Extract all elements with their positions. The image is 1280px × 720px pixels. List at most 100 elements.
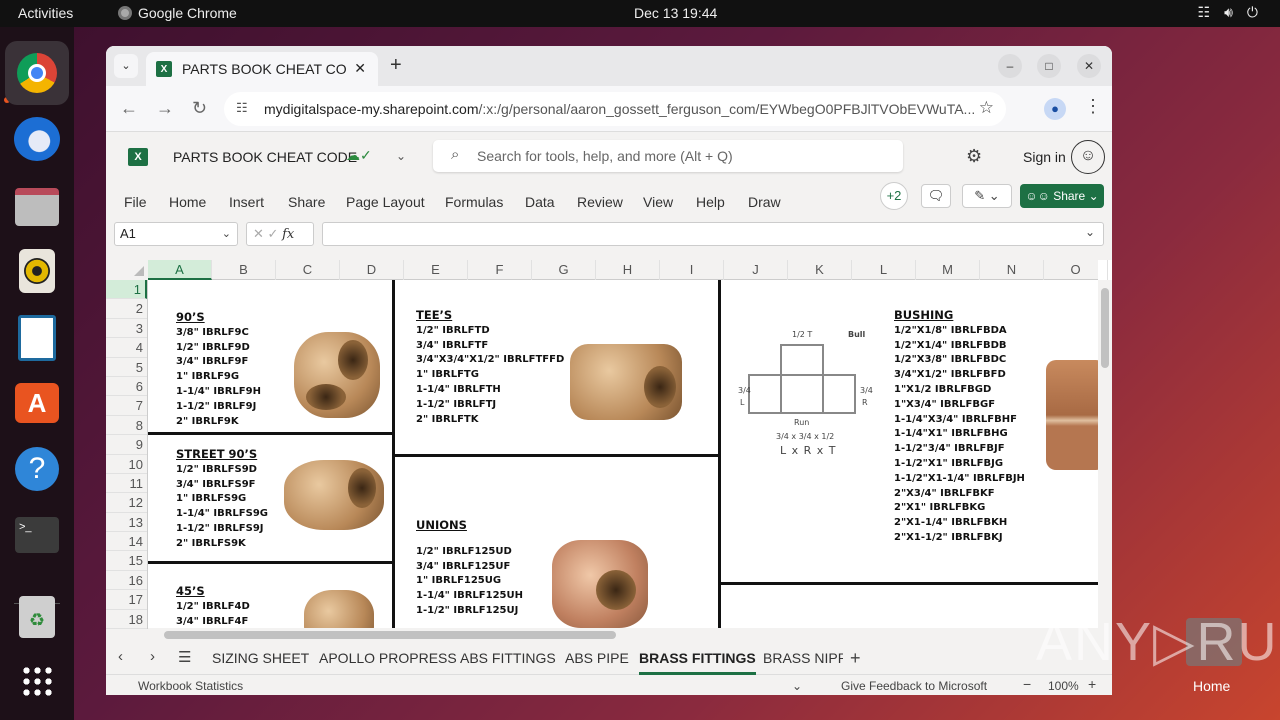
- column-header-c[interactable]: C: [276, 260, 340, 280]
- maximize-button[interactable]: □: [1037, 54, 1061, 78]
- tab-home[interactable]: Home: [169, 194, 206, 210]
- show-apps-button[interactable]: [13, 657, 61, 705]
- add-sheet-button[interactable]: +: [850, 648, 861, 669]
- tab-file[interactable]: File: [124, 194, 147, 210]
- browser-tab[interactable]: X PARTS BOOK CHEAT CO ✕: [146, 52, 378, 86]
- column-header-f[interactable]: F: [468, 260, 532, 280]
- cancel-icon[interactable]: ✕: [253, 226, 264, 241]
- insert-function-icon[interactable]: fx: [282, 227, 294, 242]
- column-header-b[interactable]: B: [212, 260, 276, 280]
- minimize-button[interactable]: –: [998, 54, 1022, 78]
- close-tab-icon[interactable]: ✕: [354, 60, 366, 77]
- excel-logo[interactable]: X: [128, 148, 148, 166]
- scroll-thumb[interactable]: [1101, 288, 1109, 368]
- row-header-4[interactable]: 4: [106, 338, 147, 358]
- name-box[interactable]: A1 ⌄: [114, 222, 238, 246]
- back-button[interactable]: ←: [120, 98, 138, 119]
- row-header-11[interactable]: 11: [106, 474, 147, 494]
- dock-chrome[interactable]: [5, 41, 69, 105]
- feedback-link[interactable]: Give Feedback to Microsoft: [841, 679, 987, 693]
- row-header-3[interactable]: 3: [106, 319, 147, 339]
- column-header-i[interactable]: I: [660, 260, 724, 280]
- tab-data[interactable]: Data: [525, 194, 555, 210]
- sheet-tab-active[interactable]: BRASS FITTINGS: [639, 650, 756, 675]
- clock[interactable]: Dec 13 19:44: [634, 5, 717, 21]
- all-sheets-menu-icon[interactable]: ☰: [178, 648, 191, 666]
- settings-gear-icon[interactable]: ⚙: [966, 146, 982, 167]
- dock-help[interactable]: ?: [13, 445, 61, 493]
- sheet-tab[interactable]: BRASS NIPPL: [763, 650, 843, 666]
- select-all-button[interactable]: [106, 260, 148, 280]
- row-header-6[interactable]: 6: [106, 377, 147, 397]
- column-header-j[interactable]: J: [724, 260, 788, 280]
- next-sheet-button[interactable]: ›: [150, 648, 155, 665]
- dock-thunderbird[interactable]: [13, 115, 61, 163]
- row-header-18[interactable]: 18: [106, 610, 147, 630]
- forward-button[interactable]: →: [156, 98, 174, 119]
- horizontal-scrollbar[interactable]: [148, 628, 1098, 642]
- dock-trash[interactable]: ♻: [13, 593, 61, 641]
- expand-formula-icon[interactable]: ⌄: [1085, 225, 1095, 239]
- formula-input[interactable]: ⌄: [322, 222, 1104, 246]
- tab-formulas[interactable]: Formulas: [445, 194, 503, 210]
- tab-insert[interactable]: Insert: [229, 194, 264, 210]
- zoom-out-button[interactable]: −: [1023, 676, 1031, 692]
- column-header-g[interactable]: G: [532, 260, 596, 280]
- enter-icon[interactable]: ✓: [268, 226, 279, 241]
- row-header-1[interactable]: 1: [106, 280, 147, 300]
- dock-software[interactable]: A: [13, 379, 61, 427]
- row-header-14[interactable]: 14: [106, 532, 147, 552]
- dock-terminal[interactable]: >_: [13, 511, 61, 559]
- column-header-l[interactable]: L: [852, 260, 916, 280]
- reload-button[interactable]: ↻: [192, 98, 207, 119]
- row-header-15[interactable]: 15: [106, 551, 147, 571]
- document-title[interactable]: PARTS BOOK CHEAT CODE: [173, 149, 357, 165]
- row-header-17[interactable]: 17: [106, 590, 147, 610]
- sheet-tab[interactable]: ABS FITTINGS: [460, 650, 556, 666]
- comments-button[interactable]: 🗨︎: [921, 184, 951, 208]
- row-header-8[interactable]: 8: [106, 416, 147, 436]
- sheet-tab[interactable]: SIZING SHEET: [212, 650, 309, 666]
- column-header-n[interactable]: N: [980, 260, 1044, 280]
- column-header-m[interactable]: M: [916, 260, 980, 280]
- activities-button[interactable]: Activities: [18, 5, 73, 21]
- row-header-5[interactable]: 5: [106, 358, 147, 377]
- title-dropdown-icon[interactable]: ⌄: [396, 149, 406, 163]
- sheet-tab[interactable]: ABS PIPE: [565, 650, 629, 666]
- dock-writer[interactable]: [13, 314, 61, 362]
- row-header-7[interactable]: 7: [106, 396, 147, 416]
- dock-files[interactable]: [13, 183, 61, 231]
- column-header-d[interactable]: D: [340, 260, 404, 280]
- zoom-in-button[interactable]: +: [1088, 676, 1096, 692]
- sheet-canvas[interactable]: 90’S 3/8" IBRLF9C 1/2" IBRLF9D 3/4" IBRLF9…: [148, 280, 1098, 628]
- scroll-thumb[interactable]: [164, 631, 616, 639]
- tab-draw[interactable]: Draw: [748, 194, 781, 210]
- tab-page-layout[interactable]: Page Layout: [346, 194, 425, 210]
- site-info-icon[interactable]: ☷: [236, 100, 248, 116]
- new-tab-button[interactable]: +: [390, 54, 402, 77]
- chrome-menu-button[interactable]: ⋮: [1084, 96, 1102, 117]
- editing-mode-button[interactable]: ✎ ⌄: [962, 184, 1012, 208]
- collaborators-badge[interactable]: +2: [880, 182, 908, 210]
- app-menu[interactable]: Google Chrome: [118, 5, 237, 21]
- tab-view[interactable]: View: [643, 194, 673, 210]
- share-button[interactable]: ☺☺ Share ⌄: [1020, 184, 1104, 208]
- vertical-scrollbar[interactable]: [1098, 280, 1112, 628]
- sheet-tab[interactable]: APOLLO PROPRESS: [319, 650, 457, 666]
- account-avatar-icon[interactable]: ☺: [1071, 140, 1105, 174]
- row-header-9[interactable]: 9: [106, 435, 147, 455]
- prev-sheet-button[interactable]: ‹: [118, 648, 123, 665]
- row-header-2[interactable]: 2: [106, 299, 147, 319]
- tab-share[interactable]: Share: [288, 194, 325, 210]
- row-header-10[interactable]: 10: [106, 455, 147, 474]
- row-header-16[interactable]: 16: [106, 571, 147, 591]
- tab-help[interactable]: Help: [696, 194, 725, 210]
- column-header-h[interactable]: H: [596, 260, 660, 280]
- close-window-button[interactable]: ✕: [1077, 54, 1101, 78]
- column-header-e[interactable]: E: [404, 260, 468, 280]
- sign-in-link[interactable]: Sign in: [1023, 149, 1066, 165]
- profile-avatar[interactable]: ●: [1044, 98, 1066, 120]
- system-tray[interactable]: ☷ 🔊︎ ⏻: [1198, 4, 1258, 21]
- column-header-k[interactable]: K: [788, 260, 852, 280]
- workbook-statistics[interactable]: Workbook Statistics: [138, 679, 243, 693]
